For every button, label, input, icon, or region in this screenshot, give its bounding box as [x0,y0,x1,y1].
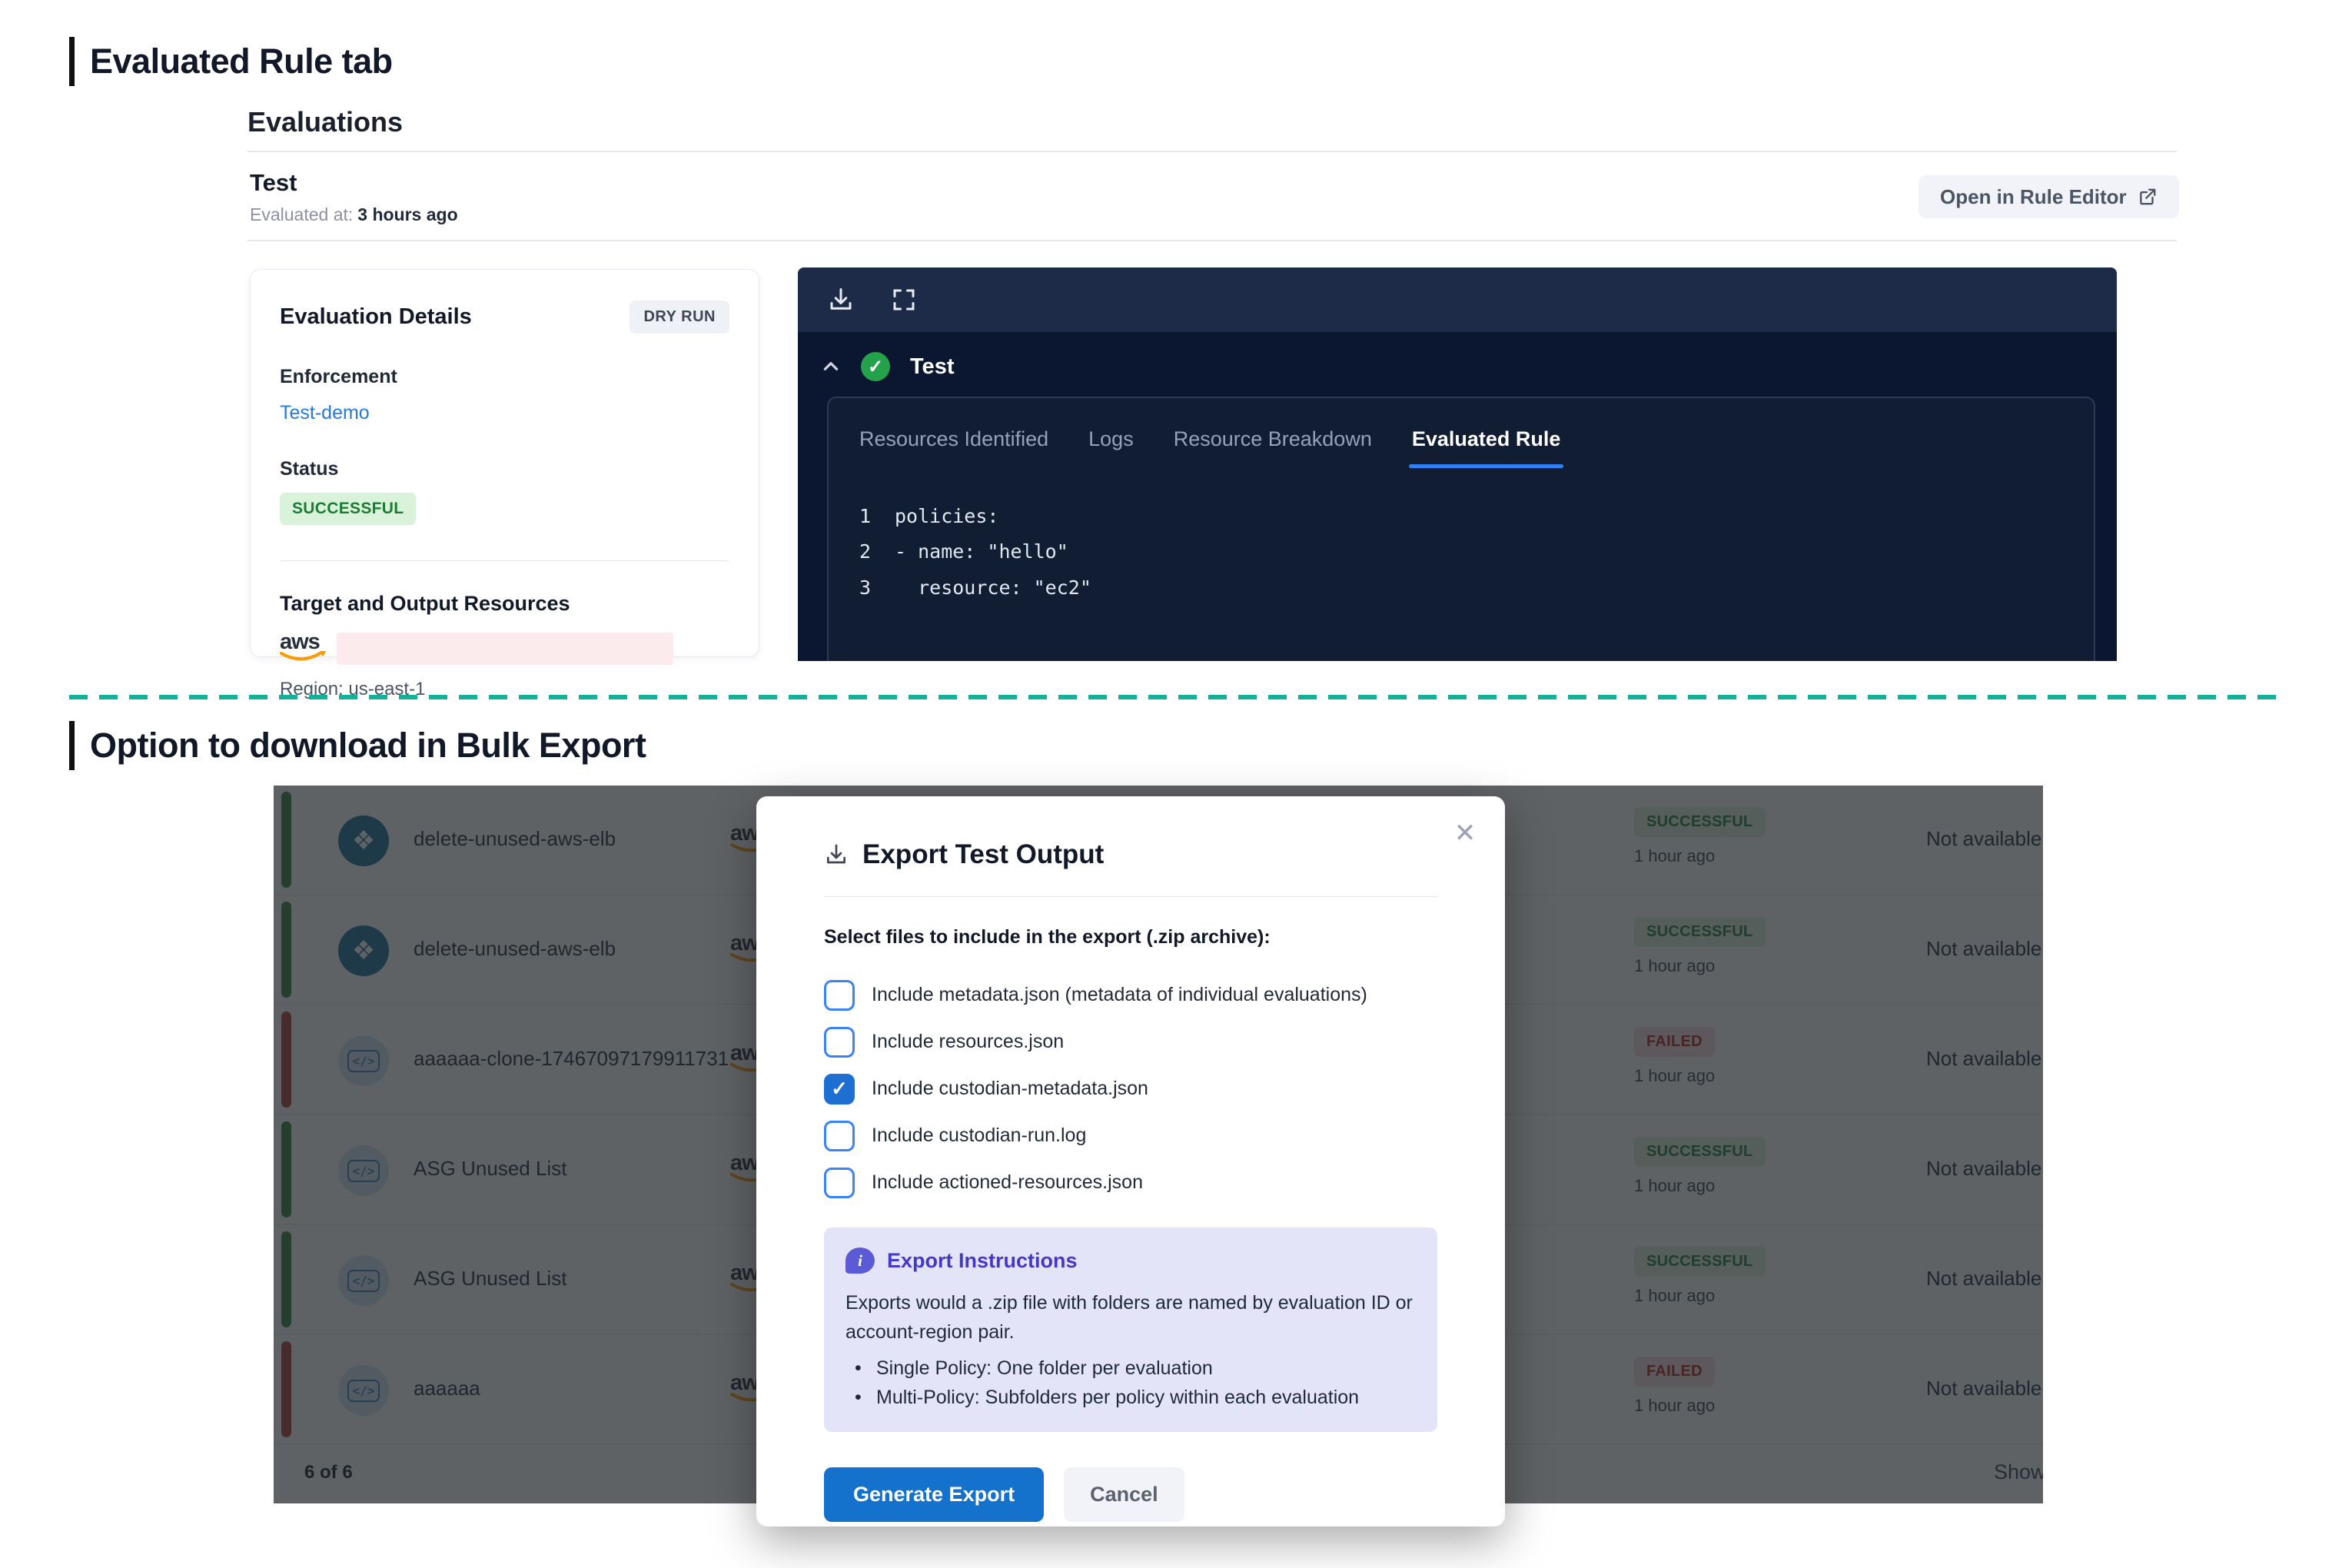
fullscreen-icon[interactable] [890,286,918,314]
checkbox-row[interactable]: ✓ Include custodian-run.log [824,1112,1437,1159]
evaluations-heading: Evaluations [247,106,403,138]
section1-heading: Evaluated Rule tab [69,37,393,86]
evaluated-at-value: 3 hours ago [357,204,457,224]
chevron-up-icon[interactable] [821,357,841,377]
evaluation-details-card: Evaluation Details DRY RUN Enforcement T… [250,269,759,657]
checkbox-label: Include actioned-resources.json [872,1171,1143,1194]
code-line: 2- name: "hello" [859,534,2063,570]
checkbox-label: Include metadata.json (metadata of indiv… [872,984,1367,1006]
line-number: 3 [859,570,895,606]
close-icon[interactable]: ✕ [1447,815,1483,852]
instructions-body: Exports would a .zip file with folders a… [845,1289,1419,1347]
dashed-separator [69,695,2281,699]
checkbox-label: Include custodian-run.log [872,1125,1086,1147]
status-label: Status [280,458,729,480]
select-files-label: Select files to include in the export (.… [824,926,1437,948]
heading-bar [69,37,75,86]
evaluated-at: Evaluated at:3 hours ago [250,204,458,225]
divider [247,151,2177,152]
viewer-tab[interactable]: Resource Breakdown [1174,427,1372,468]
checkbox[interactable]: ✓ [824,1074,855,1105]
checkbox[interactable]: ✓ [824,1168,855,1198]
open-in-rule-editor-label: Open in Rule Editor [1940,185,2127,209]
viewer-toolbar [798,267,2117,332]
redacted-resource-name [337,633,673,665]
generate-export-button[interactable]: Generate Export [824,1467,1044,1522]
divider [280,560,729,561]
viewer-run-name: Test [910,354,954,380]
instructions-title: Export Instructions [887,1249,1078,1273]
checkbox-label: Include resources.json [872,1031,1064,1053]
evaluation-run-name: Test [250,169,297,197]
code-editor[interactable]: 1policies: 2- name: "hello" 3 resource: … [859,499,2063,606]
viewer-tab[interactable]: Resources Identified [859,427,1048,468]
checkbox[interactable]: ✓ [824,980,855,1011]
download-icon [824,842,849,867]
instructions-bullets: Single Policy: One folder per evaluation… [845,1354,1416,1412]
evaluation-viewer-panel: ✓ Test Resources Identified Logs Resourc… [798,267,2117,661]
dry-run-badge: DRY RUN [630,301,729,334]
info-bubble-icon: i [845,1247,875,1274]
evaluated-rule-card: Resources Identified Logs Resource Break… [827,397,2095,661]
checkbox-label: Include custodian-metadata.json [872,1078,1148,1100]
cancel-button[interactable]: Cancel [1064,1467,1184,1522]
external-link-icon [2138,187,2158,207]
checkbox-row[interactable]: ✓ Include resources.json [824,1018,1437,1065]
checkbox-row[interactable]: ✓ Include actioned-resources.json [824,1159,1437,1206]
line-number: 2 [859,534,895,570]
enforcement-link[interactable]: Test-demo [280,402,370,424]
divider [247,240,2177,241]
code-line: 3 resource: "ec2" [859,570,2063,606]
section2-heading-text: Option to download in Bulk Export [90,726,646,766]
section1-heading-text: Evaluated Rule tab [90,42,393,81]
checkbox-row[interactable]: ✓ Include custodian-metadata.json [824,1065,1437,1112]
download-icon[interactable] [827,286,855,314]
evaluation-details-title: Evaluation Details [280,304,472,330]
divider [824,896,1437,897]
instruction-bullet: Single Policy: One folder per evaluation [845,1354,1416,1384]
viewer-tab[interactable]: Evaluated Rule [1412,427,1561,468]
line-text: resource: "ec2" [895,570,1091,606]
open-in-rule-editor-button[interactable]: Open in Rule Editor [1918,175,2179,218]
target-resources-label: Target and Output Resources [280,592,729,616]
checkbox-list: ✓ Include metadata.json (metadata of ind… [824,972,1437,1206]
code-line: 1policies: [859,499,2063,534]
evaluated-at-label: Evaluated at: [250,204,353,224]
section2-heading: Option to download in Bulk Export [69,721,646,770]
checkbox[interactable]: ✓ [824,1027,855,1058]
checkbox-row[interactable]: ✓ Include metadata.json (metadata of ind… [824,972,1437,1018]
checkbox[interactable]: ✓ [824,1121,855,1151]
success-check-icon: ✓ [861,352,890,381]
viewer-tab[interactable]: Logs [1088,427,1134,468]
instruction-bullet: Multi-Policy: Subfolders per policy with… [845,1384,1416,1413]
heading-bar [69,721,75,770]
aws-logo: aws [280,631,327,653]
enforcement-label: Enforcement [280,366,729,388]
line-text: policies: [895,499,998,534]
modal-title: Export Test Output [862,839,1104,870]
status-badge: SUCCESSFUL [280,493,416,525]
export-instructions-box: i Export Instructions Exports would a .z… [824,1227,1437,1432]
viewer-tabs: Resources Identified Logs Resource Break… [859,427,2063,468]
export-modal: ✕ Export Test Output Select files to inc… [756,796,1505,1526]
line-text: - name: "hello" [895,534,1068,570]
line-number: 1 [859,499,895,534]
